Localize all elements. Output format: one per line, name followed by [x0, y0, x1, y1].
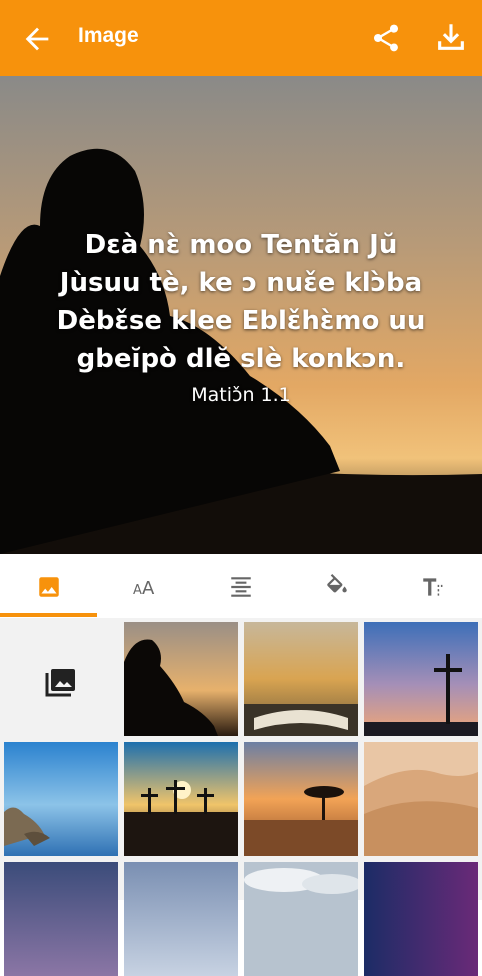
tab-text-style[interactable] — [384, 554, 480, 618]
thumbnail-image — [4, 742, 118, 856]
share-button[interactable] — [370, 22, 402, 54]
back-button[interactable] — [20, 22, 54, 56]
thumbnail-cloudy-sky[interactable] — [124, 862, 238, 976]
thumbnail-image — [244, 622, 358, 736]
thumbnail-image — [364, 862, 478, 976]
editor-tabs: A A — [0, 554, 482, 618]
thumbnail-acacia-tree[interactable] — [244, 742, 358, 856]
thumbnail-desert[interactable] — [364, 742, 478, 856]
tab-fill-color[interactable] — [288, 554, 384, 618]
thumbnail-image — [244, 742, 358, 856]
text-format-icon — [423, 578, 443, 596]
thumbnail-image — [364, 622, 478, 736]
verse-text: Dɛà nɛ̀ moo Tentăn Jŭ Jùsuu tè, ke ɔ nuɛ… — [24, 226, 458, 378]
text-size-icon: A A — [133, 578, 155, 599]
thumbnail-image — [124, 742, 238, 856]
thumbnail-image — [244, 862, 358, 976]
thumbnail-rocky-shore[interactable] — [4, 742, 118, 856]
tab-font-size[interactable]: A A — [96, 554, 192, 618]
verse-line: Dɛà nɛ̀ moo Tentăn Jŭ — [84, 230, 398, 260]
thumbnail-cross-dusk[interactable] — [364, 622, 478, 736]
pick-photo-button[interactable] — [4, 622, 118, 736]
app-bar: Image — [0, 0, 482, 76]
align-center-icon — [231, 577, 251, 597]
paint-bucket-icon — [327, 574, 347, 593]
verse-line: Dèbɛ̌se klee Eblɛ̌hɛ̀mo uu — [56, 306, 426, 336]
thumbnail-dusk-sky[interactable] — [4, 862, 118, 976]
arrow-left-icon — [25, 27, 49, 51]
thumbnail-clouds-horizon[interactable] — [244, 862, 358, 976]
tab-text-align[interactable] — [192, 554, 288, 618]
thumbnail-open-bible[interactable] — [244, 622, 358, 736]
selected-tab-indicator — [0, 613, 97, 617]
download-button[interactable] — [434, 20, 468, 54]
verse-reference: Matiɔ̌n 1.1 — [191, 384, 291, 406]
photo-library-icon — [45, 669, 75, 697]
share-icon — [374, 24, 398, 52]
background-gallery — [0, 618, 482, 976]
thumbnail-image — [364, 742, 478, 856]
thumbnail-boy-reading[interactable] — [124, 622, 238, 736]
page-title: Image — [78, 24, 139, 47]
thumbnail-three-crosses[interactable] — [124, 742, 238, 856]
svg-text:A: A — [133, 583, 142, 598]
svg-text:A: A — [142, 578, 155, 599]
tab-background-image[interactable] — [0, 554, 96, 618]
verse-preview: Dɛà nɛ̀ moo Tentăn Jŭ Jùsuu tè, ke ɔ nuɛ… — [0, 76, 482, 554]
verse-line: gbeĭpò dlĕ slè konkɔn. — [76, 344, 406, 374]
verse-line: Jùsuu tè, ke ɔ nuɛ̌e klɔ̀ba — [59, 268, 423, 298]
thumbnail-night-sky[interactable] — [364, 862, 478, 976]
thumbnail-image — [124, 862, 238, 976]
download-icon — [438, 24, 464, 50]
thumbnail-image — [124, 622, 238, 736]
thumbnail-image — [4, 862, 118, 976]
image-icon — [39, 577, 59, 597]
